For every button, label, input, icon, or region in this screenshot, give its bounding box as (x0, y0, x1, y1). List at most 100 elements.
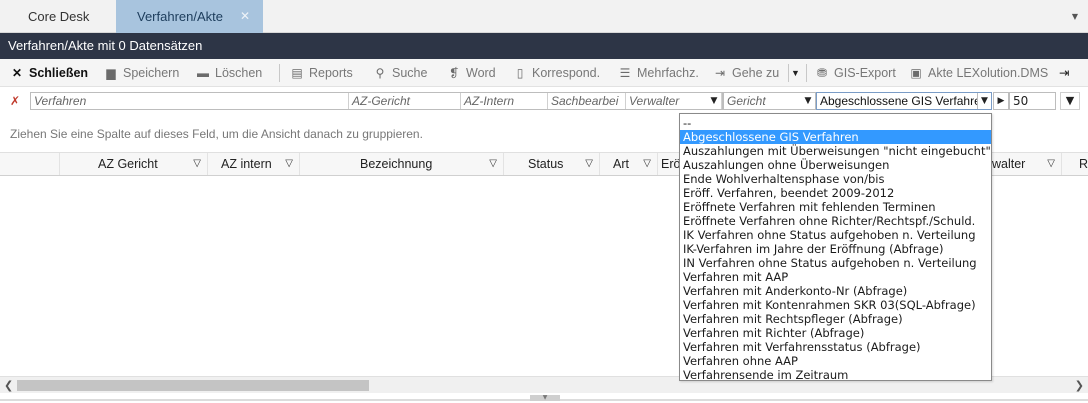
dropdown-option[interactable]: IK Verfahren ohne Status aufgehoben n. V… (680, 228, 991, 242)
word-label: Word (466, 66, 496, 80)
column-bezeichnung[interactable]: Bezeichnung ▽ (300, 153, 504, 175)
column-status[interactable]: Status ▽ (504, 153, 600, 175)
query-select[interactable]: Abgeschlossene GIS Verfahren ▼ (816, 92, 992, 110)
splitter-handle-icon[interactable]: ▼ (530, 395, 560, 401)
funnel-icon[interactable]: ▼ (1060, 92, 1080, 110)
column-filter-icon[interactable]: ▽ (285, 153, 293, 175)
close-button[interactable]: ✕ Schließen (10, 59, 88, 87)
gericht-dropdown-icon[interactable]: ▼ (801, 93, 815, 109)
toolbar-more-icon[interactable]: ⇥ (1059, 59, 1069, 87)
column-label: Erö (661, 157, 681, 171)
query-dropdown-list[interactable]: -- Abgeschlossene GIS Verfahren Auszahlung… (679, 113, 992, 382)
column-label: AZ Gericht (98, 157, 158, 171)
tab-verfahren-akte[interactable]: Verfahren/Akte ✕ (116, 0, 263, 33)
export-icon: ⛃ (816, 66, 828, 80)
column-az-intern[interactable]: AZ intern ▽ (208, 153, 300, 175)
query-dropdown-icon[interactable]: ▼ (977, 93, 991, 109)
column-label: Art (613, 157, 629, 171)
dropdown-option[interactable]: -- (680, 116, 991, 130)
dropdown-option[interactable]: Verfahren ohne AAP (680, 354, 991, 368)
filter-az-gericht[interactable]: AZ-Gericht (349, 93, 461, 109)
dropdown-option[interactable]: IN Verfahren ohne Status aufgehoben n. V… (680, 256, 991, 270)
search-label: Suche (392, 66, 428, 80)
dropdown-option[interactable]: Verfahrensende im Zeitraum (680, 368, 991, 382)
toolbar-divider (806, 64, 807, 82)
report-icon: ▤ (291, 66, 303, 80)
query-select-value: Abgeschlossene GIS Verfahren (820, 94, 978, 108)
scroll-left-icon[interactable]: ❮ (4, 377, 13, 394)
filter-gericht-box: Gericht ▼ (723, 92, 816, 110)
dropdown-option[interactable]: Verfahren mit Verfahrensstatus (Abfrage) (680, 340, 991, 354)
column-az-gericht[interactable]: AZ Gericht ▽ (60, 153, 208, 175)
delete-button[interactable]: ▬ Löschen (196, 59, 262, 87)
filter-gericht[interactable]: Gericht (724, 93, 800, 109)
play-icon[interactable]: ▶ (993, 92, 1009, 110)
tab-label: Core Desk (28, 9, 90, 24)
word-button[interactable]: ❡ Word (447, 59, 496, 87)
toolbar: ✕ Schließen ▆ Speichern ▬ Löschen ▤ Reports … (0, 59, 1088, 87)
tab-menu-chevron-icon[interactable]: ▼ (1072, 12, 1078, 21)
column-label: AZ intern (221, 157, 272, 171)
column-filter-icon[interactable]: ▽ (489, 153, 497, 175)
filter-az-intern[interactable]: AZ-Intern (461, 93, 548, 109)
filter-verfahren[interactable]: Verfahren (31, 93, 349, 109)
dropdown-option[interactable]: Verfahren mit Rechtspfleger (Abfrage) (680, 312, 991, 326)
filter-row: ✗ Verfahren AZ-Gericht AZ-Intern Sachbea… (0, 87, 1088, 115)
dropdown-option[interactable]: Verfahren mit Richter (Abfrage) (680, 326, 991, 340)
clear-filter-icon[interactable]: ✗ (10, 93, 28, 109)
gehe-zu-dropdown-icon[interactable]: ▼ (791, 59, 800, 87)
app-window: Core Desk Verfahren/Akte ✕ ▼ Verfahren/A… (0, 0, 1088, 403)
column-art[interactable]: Art ▽ (600, 153, 658, 175)
dropdown-option[interactable]: Eröffnete Verfahren ohne Richter/Rechtsp… (680, 214, 991, 228)
dropdown-option[interactable]: Abgeschlossene GIS Verfahren (680, 130, 991, 144)
document-icon: ▯ (516, 66, 524, 80)
column-label: Status (528, 157, 564, 171)
dropdown-option[interactable]: Auszahlungen mit Überweisungen "nicht ei… (680, 144, 991, 158)
column-filter-icon[interactable]: ▽ (193, 153, 201, 175)
korrespond-label: Korrespond. (532, 66, 601, 80)
dropdown-option[interactable]: Verfahren mit Kontenrahmen SKR 03(SQL-Ab… (680, 298, 991, 312)
dropdown-option[interactable]: Verfahren mit Anderkonto-Nr (Abfrage) (680, 284, 991, 298)
dropdown-option[interactable]: Eröff. Verfahren, beendet 2009-2012 (680, 186, 991, 200)
minus-icon: ▬ (197, 66, 209, 80)
scroll-right-icon[interactable]: ❯ (1075, 377, 1084, 394)
reports-button[interactable]: ▤ Reports (290, 59, 353, 87)
column-filter-icon[interactable]: ▽ (585, 153, 593, 175)
korrespondenz-button[interactable]: ▯ Korrespond. (513, 59, 600, 87)
akte-lexolution-button[interactable]: ▣ Akte LEXolution.DMS (909, 59, 1048, 87)
search-icon: ⚲ (375, 66, 385, 80)
filter-sachbearbeiter[interactable]: Sachbearbei (548, 93, 626, 109)
dropdown-option[interactable]: Ende Wohlverhaltensphase von/bis (680, 172, 991, 186)
dropdown-option[interactable]: Auszahlungen ohne Überweisungen (680, 158, 991, 172)
tab-core-desk[interactable]: Core Desk (0, 0, 116, 33)
column-indicator (0, 153, 60, 175)
column-label: R (1079, 157, 1088, 171)
delete-label: Löschen (215, 66, 263, 80)
verwalter-dropdown-icon[interactable]: ▼ (707, 93, 721, 109)
goto-icon: ⇥ (714, 66, 726, 80)
dropdown-option[interactable]: Verfahren mit AAP (680, 270, 991, 284)
close-tab-icon[interactable]: ✕ (240, 0, 250, 33)
column-filter-icon[interactable]: ▽ (1047, 153, 1055, 175)
save-button[interactable]: ▆ Speichern (104, 59, 179, 87)
filter-fields: Verfahren AZ-Gericht AZ-Intern Sachbearb… (30, 92, 723, 110)
dropdown-option[interactable]: IK-Verfahren im Jahre der Eröffnung (Abf… (680, 242, 991, 256)
group-panel-hint[interactable]: Ziehen Sie eine Spalte auf dieses Feld, … (10, 127, 423, 141)
mehrfachz-button[interactable]: ☰ Mehrfachz. (618, 59, 699, 87)
dropdown-option[interactable]: Eröffnete Verfahren mit fehlenden Termin… (680, 200, 991, 214)
gehe-zu-button[interactable]: ⇥ Gehe zu (713, 59, 779, 87)
gehe-zu-label: Gehe zu (732, 66, 780, 80)
gis-export-button[interactable]: ⛃ GIS-Export (815, 59, 896, 87)
scroll-thumb[interactable] (17, 380, 369, 391)
page-size-input[interactable]: 50 (1009, 92, 1056, 110)
column-label: Bezeichnung (360, 157, 433, 171)
search-button[interactable]: ⚲ Suche (373, 59, 428, 87)
save-label: Speichern (123, 66, 180, 80)
gis-export-label: GIS-Export (834, 66, 896, 80)
column-r[interactable]: R (1062, 153, 1088, 175)
column-filter-icon[interactable]: ▽ (643, 153, 651, 175)
close-label: Schließen (29, 66, 89, 80)
akte-lex-label: Akte LEXolution.DMS (928, 66, 1049, 80)
column-verwalter[interactable]: walter ▽ (992, 153, 1062, 175)
reports-label: Reports (309, 66, 353, 80)
